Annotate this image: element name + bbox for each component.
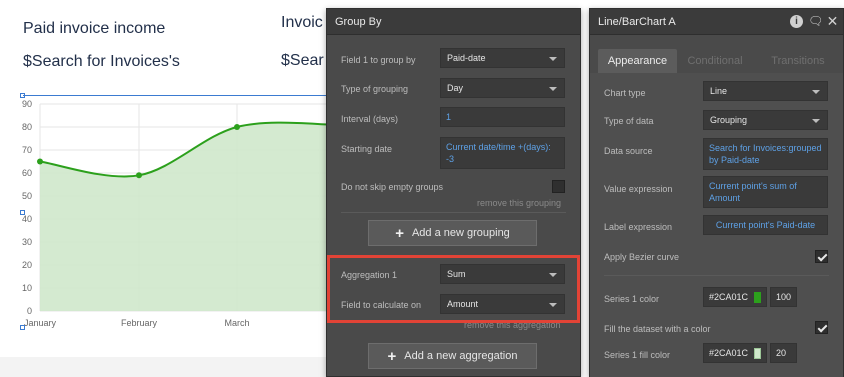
- chevron-down-icon: [812, 90, 820, 94]
- data-type-select[interactable]: Grouping: [703, 110, 828, 130]
- data-type-value: Grouping: [710, 115, 748, 125]
- resize-handle-ml[interactable]: [20, 210, 25, 215]
- color-swatch: [754, 291, 761, 303]
- series1-color-label: Series 1 color: [604, 294, 660, 304]
- y-axis-labels: 90 80 70 60 50 40 30 20 10 0: [22, 99, 32, 316]
- divider: [604, 275, 829, 276]
- chart-panel-title: Line/BarChart A: [598, 15, 676, 28]
- interval-input[interactable]: 1: [440, 107, 565, 127]
- info-icon[interactable]: i: [790, 15, 803, 28]
- y-tick-label: 90: [22, 99, 32, 109]
- line-chart[interactable]: 90 80 70 60 50 40 30 20 10 0 January February March: [0, 0, 330, 340]
- interval-label: Interval (days): [341, 114, 399, 124]
- plus-icon: +: [387, 347, 397, 365]
- fill-swatch: [754, 347, 761, 359]
- x-tick-label: February: [121, 318, 158, 328]
- chevron-down-icon: [549, 87, 557, 91]
- x-tick-label: March: [224, 318, 249, 328]
- chart-type-label: Chart type: [604, 88, 646, 98]
- data-point: [37, 158, 43, 165]
- add-aggregation-button[interactable]: + Add a new aggregation: [368, 343, 537, 369]
- series1-color-picker[interactable]: #2CA01C: [703, 287, 767, 307]
- fill-dataset-label: Fill the dataset with a color: [604, 324, 711, 334]
- chart-properties-panel: Line/BarChart A i 🗨 ✕ Appearance Conditi…: [589, 8, 844, 377]
- y-tick-label: 30: [22, 237, 32, 247]
- data-point: [234, 124, 240, 130]
- fill-dataset-checkbox[interactable]: [815, 321, 828, 334]
- skip-label: Do not skip empty groups: [341, 182, 444, 192]
- x-axis-labels: January February March: [24, 318, 250, 328]
- y-tick-label: 50: [22, 191, 32, 201]
- field1-label: Field 1 to group by: [341, 55, 416, 65]
- x-tick-label: January: [24, 318, 57, 328]
- y-tick-label: 20: [22, 260, 32, 270]
- bezier-checkbox[interactable]: [815, 250, 828, 263]
- series1-fill-label: Series 1 fill color: [604, 350, 671, 360]
- close-icon[interactable]: ✕: [826, 14, 839, 28]
- y-tick-label: 40: [22, 214, 32, 224]
- type-select[interactable]: Day: [440, 78, 565, 98]
- series1-fill-hex: #2CA01C: [709, 348, 749, 358]
- series1-opacity-input[interactable]: 100: [770, 287, 797, 307]
- y-tick-label: 60: [22, 168, 32, 178]
- add-aggregation-label: Add a new aggregation: [404, 350, 518, 362]
- bezier-label: Apply Bezier curve: [604, 252, 680, 262]
- series1-color-hex: #2CA01C: [709, 292, 749, 302]
- start-label: Starting date: [341, 144, 393, 154]
- add-grouping-label: Add a new grouping: [411, 227, 510, 239]
- y-tick-label: 0: [27, 306, 32, 316]
- data-type-label: Type of data: [604, 116, 654, 126]
- chart-type-value: Line: [710, 86, 728, 96]
- add-grouping-button[interactable]: + Add a new grouping: [368, 220, 537, 246]
- label-expression-label: Label expression: [604, 222, 673, 232]
- data-source-input[interactable]: Search for Invoices:grouped by Paid-date: [703, 138, 828, 170]
- resize-handle-bl[interactable]: [20, 325, 25, 330]
- canvas-footer: [0, 357, 330, 377]
- chevron-down-icon: [812, 119, 820, 123]
- field1-select[interactable]: Paid-date: [440, 48, 565, 68]
- divider: [341, 212, 566, 213]
- y-tick-label: 80: [22, 122, 32, 132]
- data-source-label: Data source: [604, 146, 653, 156]
- comment-icon[interactable]: 🗨: [808, 15, 823, 28]
- tab-transitions[interactable]: Transitions: [758, 49, 838, 73]
- y-tick-label: 10: [22, 283, 32, 293]
- chart-panel-tabs: Appearance Conditional Transitions: [590, 35, 843, 73]
- tab-appearance[interactable]: Appearance: [598, 49, 677, 73]
- aggregation-highlight: [327, 255, 580, 323]
- data-point: [136, 172, 142, 179]
- selection-outline: [23, 95, 328, 96]
- type-value: Day: [447, 83, 464, 93]
- value-expression-label: Value expression: [604, 184, 673, 194]
- group-by-header: Group By: [327, 9, 580, 35]
- skip-empty-checkbox[interactable]: [552, 180, 565, 193]
- chart-panel-header: Line/BarChart A: [590, 9, 843, 35]
- series-area-fill: [40, 122, 330, 311]
- chevron-down-icon: [549, 57, 557, 61]
- remove-grouping-link[interactable]: remove this grouping: [477, 198, 561, 208]
- start-input[interactable]: Current date/time +(days): -3: [440, 137, 565, 169]
- series1-fill-opacity-input[interactable]: 20: [770, 343, 797, 363]
- plus-icon: +: [395, 224, 404, 242]
- type-label: Type of grouping: [341, 84, 409, 94]
- series1-fill-picker[interactable]: #2CA01C: [703, 343, 767, 363]
- y-tick-label: 70: [22, 145, 32, 155]
- label-expression-input[interactable]: Current point's Paid-date: [703, 215, 828, 235]
- chart-type-select[interactable]: Line: [703, 81, 828, 101]
- tab-conditional[interactable]: Conditional: [680, 49, 750, 73]
- field1-value: Paid-date: [447, 53, 486, 63]
- value-expression-input[interactable]: Current point's sum of Amount: [703, 176, 828, 208]
